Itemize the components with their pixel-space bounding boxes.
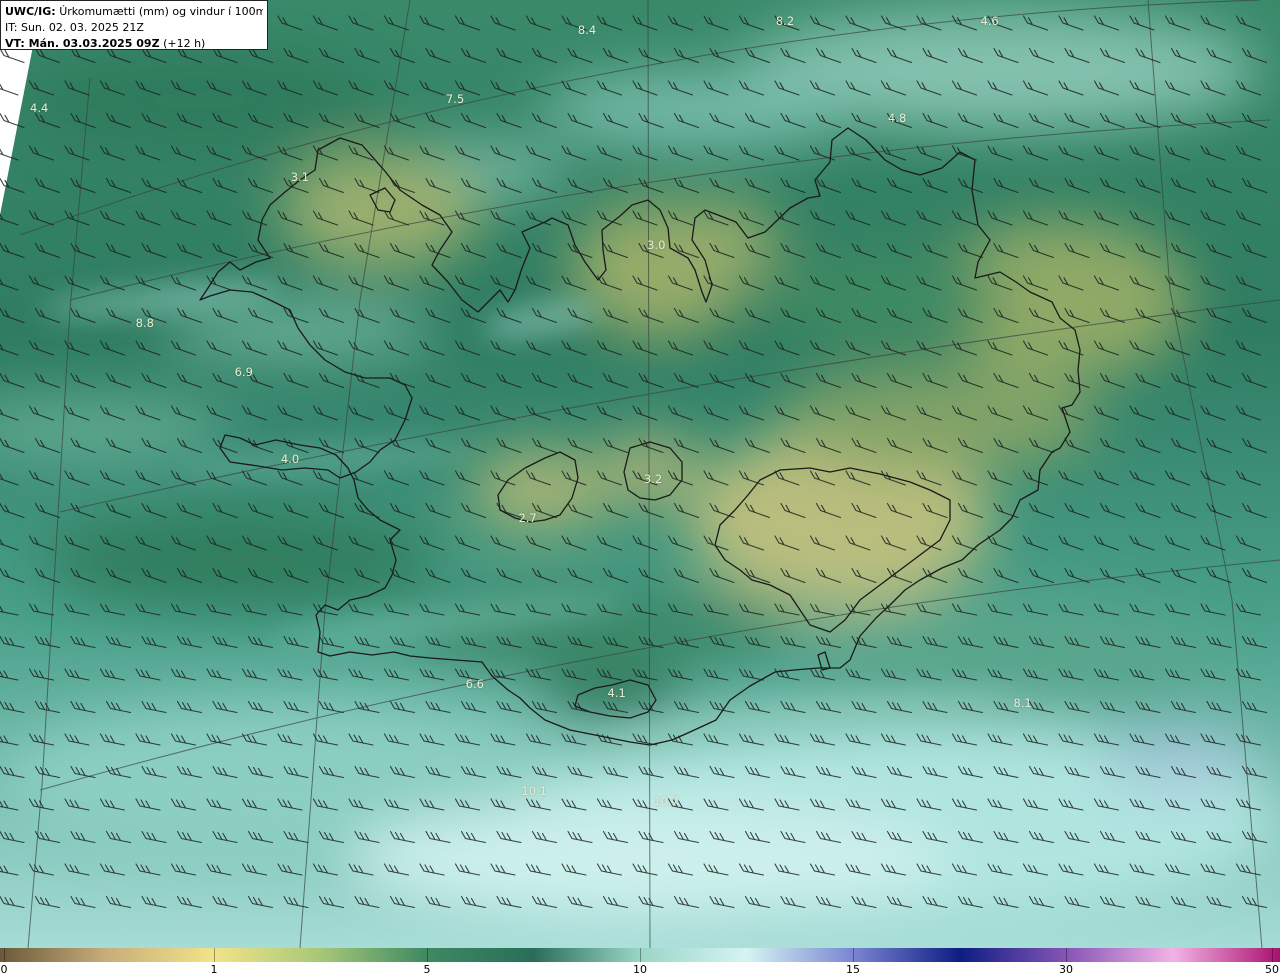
map-canvas bbox=[0, 0, 1280, 948]
forecast-offset: (+12 h) bbox=[163, 37, 206, 50]
colorbar-tick-mark bbox=[640, 948, 641, 962]
colorbar-tick-mark bbox=[214, 948, 215, 962]
map-value-label: 8.1 bbox=[1013, 696, 1032, 710]
model-name: UWC/IG: bbox=[5, 5, 56, 18]
map-value-label: 3.2 bbox=[643, 471, 663, 486]
map-value-label: 7.5 bbox=[445, 91, 465, 106]
map-value-label: 3.0 bbox=[647, 237, 666, 252]
colorbar-tick-label: 10 bbox=[633, 963, 647, 976]
init-time: IT: Sun. 02. 03. 2025 21Z bbox=[5, 21, 144, 34]
title-line: UWC/IG: Úrkomumætti (mm) og vindur í 100… bbox=[5, 4, 263, 20]
colorbar-tick-label: 30 bbox=[1059, 963, 1073, 976]
map-area: UWC/IG: Úrkomumætti (mm) og vindur í 100… bbox=[0, 0, 1280, 948]
colorbar-tick-label: 1 bbox=[210, 963, 218, 976]
colorbar-tick-mark bbox=[4, 948, 5, 962]
map-value-label: 8.4 bbox=[577, 23, 597, 38]
map-value-label: 4.8 bbox=[888, 111, 907, 125]
map-value-label: 6.6 bbox=[465, 676, 484, 691]
colorbar-tick-mark bbox=[1066, 948, 1067, 962]
colorbar-tick-label: 5 bbox=[423, 963, 431, 976]
map-value-label: 8.2 bbox=[775, 13, 795, 28]
map-value-label: 10.7 bbox=[653, 793, 679, 808]
colorbar-tick-mark bbox=[1272, 948, 1273, 962]
wind-barb bbox=[0, 83, 19, 96]
precipitation-field bbox=[0, 0, 1280, 948]
map-value-label: 4.6 bbox=[980, 13, 999, 28]
colorbar-tick-mark bbox=[427, 948, 428, 962]
map-value-label: 4.0 bbox=[280, 452, 300, 467]
colorbar: 0 1 5 10 15 30 50 bbox=[0, 948, 1280, 978]
map-value-label: 4.1 bbox=[607, 686, 626, 701]
valid-time: VT: Mán. 03.03.2025 09Z bbox=[5, 37, 160, 50]
map-value-label: 4.4 bbox=[30, 101, 49, 116]
map-value-label: 6.9 bbox=[234, 364, 253, 379]
valid-time-line: VT: Mán. 03.03.2025 09Z (+12 h) bbox=[5, 36, 263, 52]
map-value-label: 8.8 bbox=[135, 315, 154, 330]
map-value-label: 2.7 bbox=[518, 510, 537, 525]
map-value-label: 10.1 bbox=[521, 783, 547, 798]
map-info-box: UWC/IG: Úrkomumætti (mm) og vindur í 100… bbox=[0, 0, 268, 50]
colorbar-tick-mark bbox=[853, 948, 854, 962]
colorbar-tick-label: 15 bbox=[846, 963, 860, 976]
colorbar-tick-label: 50 bbox=[1265, 963, 1279, 976]
map-value-label: 3.1 bbox=[290, 169, 310, 184]
map-title: Úrkomumætti (mm) og vindur í 100m hæð bbox=[59, 5, 263, 18]
colorbar-tick-label: 0 bbox=[0, 963, 8, 976]
